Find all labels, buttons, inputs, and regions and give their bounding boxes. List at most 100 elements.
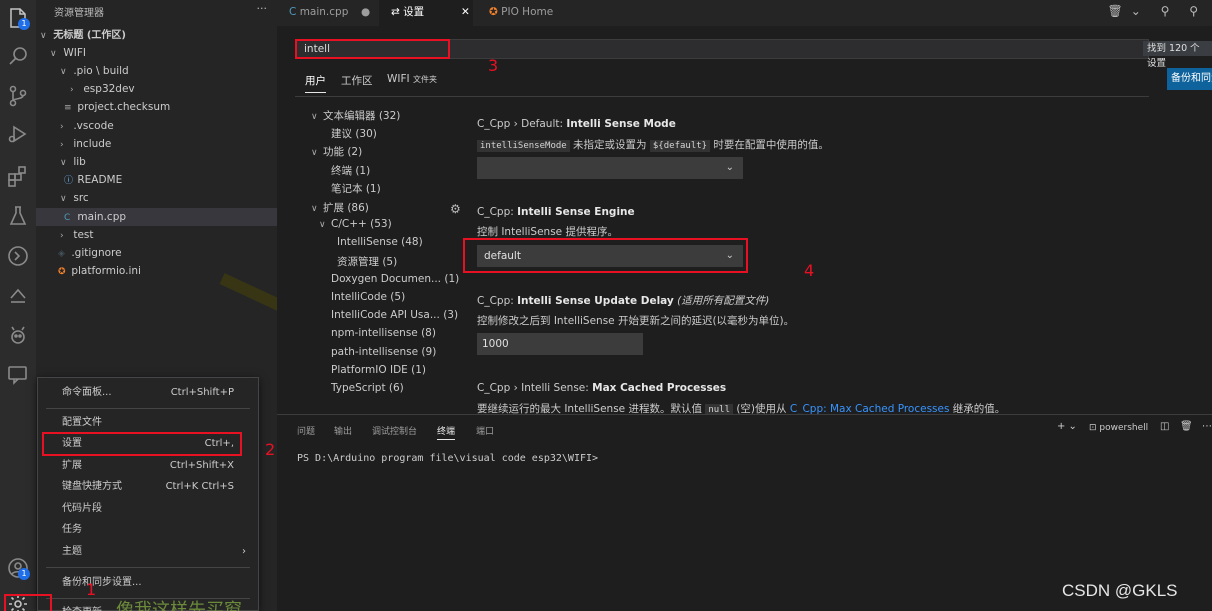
panel-tab-problems[interactable]: 问题 xyxy=(297,424,315,437)
new-terminal-button[interactable]: + ⌄ xyxy=(1057,421,1077,432)
tree-item-platformio-ini[interactable]: ✪ platformio.ini xyxy=(36,262,277,280)
explorer-more-button[interactable]: ··· xyxy=(257,2,268,15)
menu-themes[interactable]: 主题 › xyxy=(38,542,258,562)
annotation-box-2 xyxy=(42,432,242,456)
tree-item-readme[interactable]: ⓘ README xyxy=(36,171,277,189)
toc-extensions[interactable]: ∨ 扩展 (86) xyxy=(311,200,369,215)
close-tab-icon[interactable]: ✕ xyxy=(461,0,470,24)
terminal-prompt[interactable]: PS D:\Arduino program file\visual code e… xyxy=(297,453,598,464)
intellisense-mode-select[interactable]: ⌄ xyxy=(477,157,743,179)
toc-doxygen[interactable]: Doxygen Documen... (1) xyxy=(331,273,459,285)
panel-tab-terminal[interactable]: 终端 xyxy=(437,424,456,440)
toc-cpp[interactable]: ∨ C/C++ (53) xyxy=(319,218,392,230)
tree-item-project-checksum[interactable]: ≡ project.checksum xyxy=(36,98,277,116)
annotation-number-2: 2 xyxy=(265,440,276,459)
more-icon[interactable]: ⋯ xyxy=(1202,421,1212,432)
annotation-number-1: 1 xyxy=(86,580,97,599)
toc-terminal[interactable]: 终端 (1) xyxy=(331,163,370,178)
run-debug-icon[interactable] xyxy=(6,122,30,146)
remote-icon[interactable] xyxy=(6,244,30,268)
panel-tab-debug-console[interactable]: 调试控制台 xyxy=(372,424,417,437)
toc-npm-intellisense[interactable]: npm-intellisense (8) xyxy=(331,327,436,339)
toc-path-intellisense[interactable]: path-intellisense (9) xyxy=(331,346,436,358)
menu-extensions[interactable]: 扩展 Ctrl+Shift+X xyxy=(38,456,258,476)
menu-snippets[interactable]: 代码片段 xyxy=(38,499,258,519)
annotation-box-3 xyxy=(295,39,450,59)
tree-item-gitignore[interactable]: ◈ .gitignore xyxy=(36,244,277,262)
menu-profiles[interactable]: 配置文件 xyxy=(38,413,258,433)
arduino-icon[interactable] xyxy=(6,284,30,308)
panel-tab-output[interactable]: 输出 xyxy=(334,424,352,437)
menu-command-palette[interactable]: 命令面板... Ctrl+Shift+P xyxy=(38,383,258,403)
toc-typescript[interactable]: TypeScript (6) xyxy=(331,382,404,394)
toc-suggestions[interactable]: 建议 (30) xyxy=(331,126,377,141)
account-icon[interactable]: 1 xyxy=(6,556,30,580)
divider xyxy=(295,96,1149,97)
submenu-arrow-icon: › xyxy=(242,546,246,557)
menu-backup-sync[interactable]: 备份和同步设置... xyxy=(38,573,258,593)
tree-item-workspace[interactable]: ∨ 无标题 (工作区) xyxy=(36,26,277,44)
setting-desc-intellisense-engine: 控制 IntelliSense 提供程序。 xyxy=(477,226,618,238)
panel-tab-ports[interactable]: 端口 xyxy=(476,424,494,437)
search-icon[interactable] xyxy=(6,44,30,68)
kill-terminal-icon[interactable]: 🗑 xyxy=(1180,421,1193,432)
scope-tab-user[interactable]: 用户 xyxy=(305,73,326,93)
toc-platformio[interactable]: PlatformIO IDE (1) xyxy=(331,364,426,376)
backup-sync-button[interactable]: 备份和同步 xyxy=(1167,68,1212,90)
handwritten-note: 像我这样先买窗.. xyxy=(116,600,254,611)
setting-desc-update-delay: 控制修改之后到 IntelliSense 开始更新之间的延迟(以毫秒为单位)。 xyxy=(477,315,795,327)
tree-item-include[interactable]: › include xyxy=(36,135,277,153)
tab-main-cpp[interactable]: C main.cpp ● xyxy=(277,0,373,26)
update-delay-input[interactable]: 1000 xyxy=(477,333,643,355)
toc-intellicode-api[interactable]: IntelliCode API Usa... (3) xyxy=(331,309,458,321)
annotation-box-1 xyxy=(4,594,52,611)
platformio-icon[interactable] xyxy=(6,324,30,348)
tree-item-pio-build[interactable]: ∨ .pio \ build xyxy=(36,62,277,80)
toc-text-editor[interactable]: ∨ 文本编辑器 (32) xyxy=(311,108,400,123)
toc-notebook[interactable]: 笔记本 (1) xyxy=(331,181,381,196)
tab-pio-home[interactable]: ✪ PIO Home xyxy=(477,0,587,26)
explorer-title: 资源管理器 xyxy=(54,8,104,19)
explorer-badge: 1 xyxy=(18,18,30,30)
settings-editor: intell 找到 120 个设置 备份和同步 用户 工作区 WIFI 文件夹 … xyxy=(277,26,1212,416)
tree-item-vscode[interactable]: › .vscode xyxy=(36,117,277,135)
tree-item-main-cpp[interactable]: C main.cpp xyxy=(36,208,277,226)
editor-tabbar: C main.cpp ● ⇄ 设置 ✕ ✪ PIO Home 🗑⌄ ⚲ ⚲ xyxy=(277,0,1212,26)
toc-features[interactable]: ∨ 功能 (2) xyxy=(311,144,362,159)
setting-desc-intellisense-mode: intelliSenseMode 未指定或设置为 ${default} 时要在配… xyxy=(477,137,829,152)
explorer-icon[interactable]: 1 xyxy=(6,6,30,30)
csdn-watermark: CSDN @GKLS xyxy=(1062,581,1178,600)
tree-item-src[interactable]: ∨ src xyxy=(36,189,277,207)
terminal-shell-label[interactable]: ⊡ powershell xyxy=(1089,423,1148,433)
tab-actions[interactable]: 🗑⌄ ⚲ ⚲ xyxy=(1108,4,1207,18)
split-terminal-icon[interactable]: ◫ xyxy=(1160,421,1169,432)
menu-keyboard-shortcuts[interactable]: 键盘快捷方式 Ctrl+K Ctrl+S xyxy=(38,477,258,497)
toc-resource-mgmt[interactable]: 资源管理 (5) xyxy=(337,254,397,269)
search-result-count: 找到 120 个设置 xyxy=(1143,41,1212,69)
scope-tab-folder[interactable]: WIFI 文件夹 xyxy=(387,73,437,85)
annotation-box-4 xyxy=(463,238,748,273)
tree-item-esp32dev[interactable]: › esp32dev xyxy=(36,80,277,98)
setting-title-intellisense-engine: C_Cpp: Intelli Sense Engine xyxy=(477,206,635,218)
menu-tasks[interactable]: 任务 xyxy=(38,520,258,540)
activity-bar: 1 1 xyxy=(0,0,36,611)
source-control-icon[interactable] xyxy=(6,84,30,108)
tab-settings[interactable]: ⇄ 设置 ✕ xyxy=(379,0,473,26)
chat-icon[interactable] xyxy=(6,362,30,386)
menu-check-updates[interactable]: 检查更新... xyxy=(62,603,112,611)
annotation-number-4: 4 xyxy=(804,261,815,280)
setting-gear-icon[interactable]: ⚙ xyxy=(450,202,461,216)
setting-title-max-cached: C_Cpp › Intelli Sense: Max Cached Proces… xyxy=(477,382,727,394)
tree-item-test[interactable]: › test xyxy=(36,226,277,244)
tree-item-lib[interactable]: ∨ lib xyxy=(36,153,277,171)
manage-menu: 命令面板... Ctrl+Shift+P 配置文件 设置 Ctrl+, 扩展 Ctrl… xyxy=(37,377,259,611)
scope-tab-workspace[interactable]: 工作区 xyxy=(341,73,373,88)
toc-intellicode[interactable]: IntelliCode (5) xyxy=(331,291,405,303)
setting-title-intellisense-mode: C_Cpp › Default: Intelli Sense Mode xyxy=(477,118,676,130)
setting-title-update-delay: C_Cpp: Intelli Sense Update Delay (适用所有配… xyxy=(477,295,770,307)
toc-intellisense[interactable]: IntelliSense (48) xyxy=(337,236,423,248)
tree-item-wifi[interactable]: ∨ WIFI xyxy=(36,44,277,62)
extensions-icon[interactable] xyxy=(6,164,30,188)
account-badge: 1 xyxy=(18,568,30,580)
testing-icon[interactable] xyxy=(6,204,30,228)
